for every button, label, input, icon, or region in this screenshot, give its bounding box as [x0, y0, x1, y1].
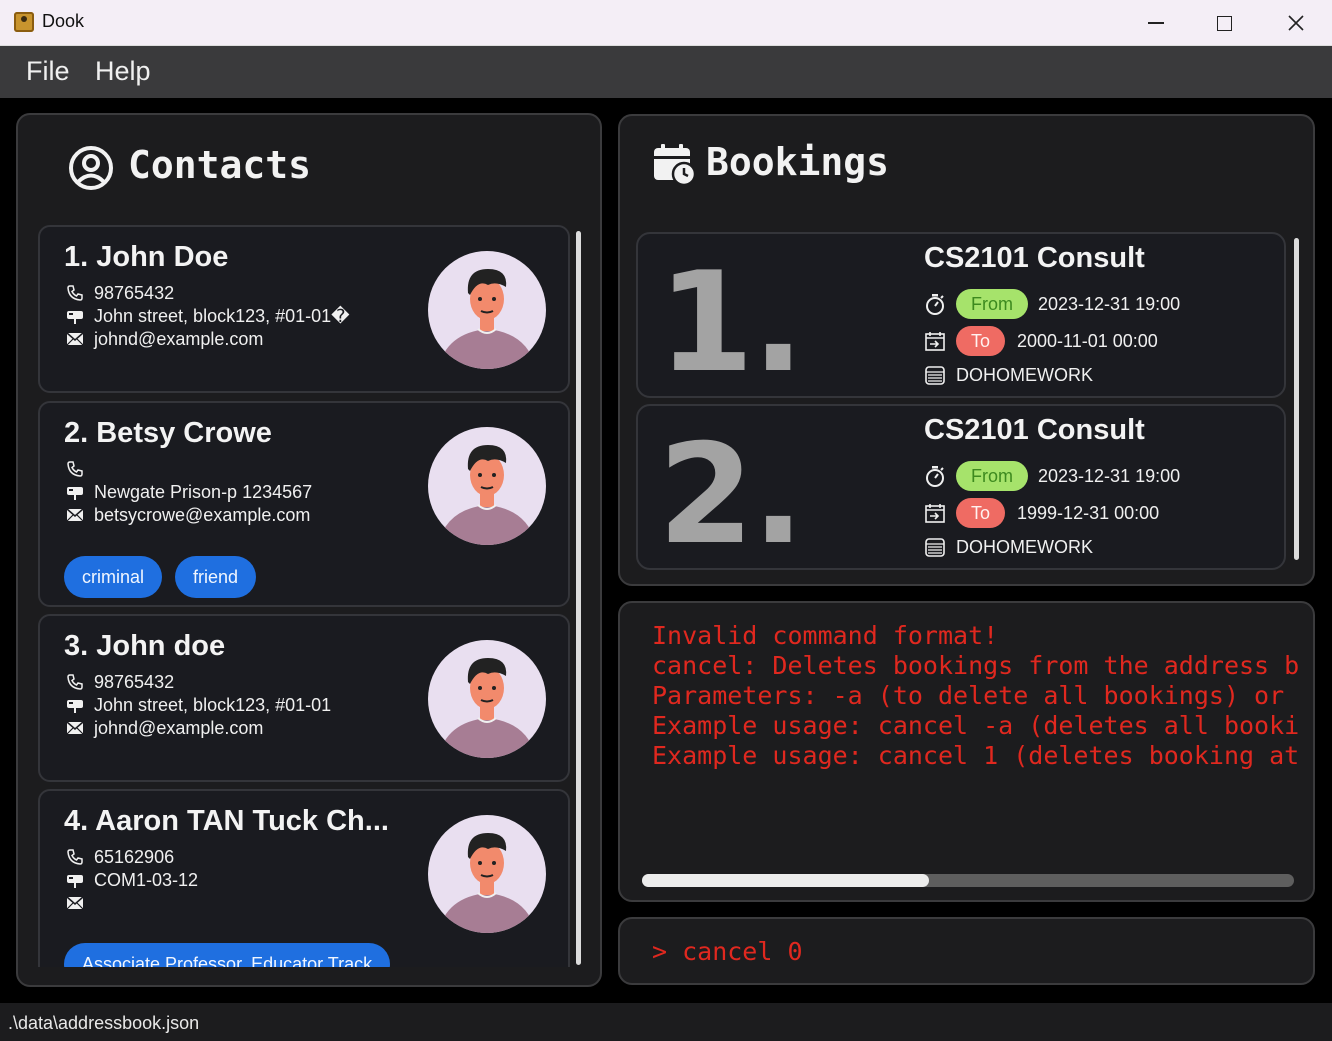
- contact-address: Newgate Prison-p 1234567: [64, 481, 312, 503]
- contact-name: 3. John doe: [64, 630, 226, 662]
- menu-bar: File Help: [0, 46, 1332, 98]
- close-button[interactable]: [1276, 6, 1316, 40]
- booking-from: From 2023-12-31 19:00: [924, 289, 1180, 319]
- stopwatch-icon: [924, 465, 946, 487]
- calendar-arrow-icon: [924, 330, 946, 352]
- envelope-icon: [64, 719, 86, 737]
- booking-title: CS2101 Consult: [924, 414, 1145, 446]
- booking-card[interactable]: 2. CS2101 Consult From 2023-12-31 19:00 …: [636, 404, 1286, 572]
- tag-badge: Associate Professor, Educator Track: [64, 943, 391, 967]
- contact-email: johnd@example.com: [64, 328, 263, 350]
- window-title: Dook: [42, 11, 85, 31]
- contact-phone: 98765432: [64, 671, 174, 693]
- avatar: [428, 815, 546, 933]
- mailbox-icon: [64, 307, 86, 325]
- envelope-icon: [64, 506, 86, 524]
- maximize-button[interactable]: [1204, 6, 1244, 40]
- contact-address: COM1-03-12: [64, 869, 198, 891]
- contact-list[interactable]: 1. John Doe 98765432 John street, block1…: [38, 225, 573, 967]
- contact-card[interactable]: 2. Betsy Crowe Newgate Prison-p 1234567 …: [38, 401, 570, 607]
- contact-card[interactable]: 3. John doe 98765432 John street, block1…: [38, 614, 570, 782]
- contact-phone: 98765432: [64, 282, 174, 304]
- result-scrollbar-thumb[interactable]: [642, 874, 929, 887]
- avatar: [428, 427, 546, 545]
- command-box[interactable]: > cancel 0: [618, 917, 1315, 985]
- contact-phone: [64, 458, 94, 480]
- booking-list[interactable]: 1. CS2101 Consult From 2023-12-31 19:00 …: [636, 232, 1288, 572]
- from-badge: From: [956, 289, 1028, 319]
- notes-icon: [924, 364, 946, 386]
- minimize-icon: [1148, 22, 1164, 24]
- booking-to: To 2000-11-01 00:00: [924, 326, 1158, 356]
- calendar-clock-icon: [654, 144, 696, 186]
- menu-help[interactable]: Help: [95, 56, 151, 87]
- envelope-icon: [64, 330, 86, 348]
- booking-title: CS2101 Consult: [924, 242, 1145, 274]
- booking-description: DOHOMEWORK: [924, 536, 1093, 558]
- phone-icon: [64, 848, 86, 866]
- mailbox-icon: [64, 483, 86, 501]
- title-bar: Dook: [0, 0, 1332, 46]
- booking-index: 1.: [658, 242, 804, 403]
- to-badge: To: [956, 498, 1006, 528]
- booking-index: 2.: [658, 414, 804, 572]
- close-icon: [1288, 15, 1304, 31]
- command-input[interactable]: > cancel 0: [652, 937, 803, 966]
- phone-icon: [64, 460, 86, 478]
- contact-card[interactable]: 4. Aaron TAN Tuck Ch... 65162906 COM1-03…: [38, 789, 570, 967]
- phone-icon: [64, 673, 86, 691]
- minimize-button[interactable]: [1136, 6, 1176, 40]
- contact-card[interactable]: 1. John Doe 98765432 John street, block1…: [38, 225, 570, 393]
- mailbox-icon: [64, 696, 86, 714]
- calendar-arrow-icon: [924, 502, 946, 524]
- menu-file[interactable]: File: [26, 56, 70, 87]
- result-text: Invalid command format! cancel: Deletes b…: [652, 621, 1298, 770]
- contacts-panel: Contacts 1. John Doe 98765432 John stree…: [16, 113, 602, 987]
- tag-badge: friend: [175, 556, 257, 598]
- maximize-icon: [1216, 15, 1232, 31]
- avatar: [428, 251, 546, 369]
- avatar: [428, 640, 546, 758]
- bookings-panel: Bookings 1. CS2101 Consult From 2023-12-…: [618, 114, 1315, 586]
- notes-icon: [924, 536, 946, 558]
- bookings-title: Bookings: [706, 140, 890, 184]
- contact-name: 1. John Doe: [64, 241, 229, 273]
- contact-email: [64, 892, 94, 914]
- phone-icon: [64, 284, 86, 302]
- contact-name: 2. Betsy Crowe: [64, 417, 272, 449]
- contact-address: John street, block123, #01-01: [64, 694, 331, 716]
- to-badge: To: [956, 326, 1006, 356]
- status-bar: .\data\addressbook.json: [0, 1003, 1332, 1041]
- save-location: .\data\addressbook.json: [8, 1013, 200, 1033]
- booking-to: To 1999-12-31 00:00: [924, 498, 1159, 528]
- stopwatch-icon: [924, 293, 946, 315]
- contact-name: 4. Aaron TAN Tuck Ch...: [64, 805, 389, 837]
- app-icon: [14, 12, 34, 32]
- contact-email: betsycrowe@example.com: [64, 504, 310, 526]
- bookings-scrollbar[interactable]: [1294, 238, 1299, 560]
- tag-badge: criminal: [64, 556, 163, 598]
- booking-from: From 2023-12-31 19:00: [924, 461, 1180, 491]
- booking-card[interactable]: 1. CS2101 Consult From 2023-12-31 19:00 …: [636, 232, 1286, 403]
- from-badge: From: [956, 461, 1028, 491]
- contact-email: johnd@example.com: [64, 717, 263, 739]
- contacts-title: Contacts: [128, 143, 312, 187]
- user-circle-icon: [69, 146, 113, 190]
- contact-phone: 65162906: [64, 846, 174, 868]
- envelope-icon: [64, 894, 86, 912]
- result-display: Invalid command format! cancel: Deletes b…: [618, 601, 1315, 902]
- booking-description: DOHOMEWORK: [924, 364, 1093, 386]
- mailbox-icon: [64, 871, 86, 889]
- contacts-scrollbar[interactable]: [576, 231, 581, 965]
- contact-address: John street, block123, #01-01�: [64, 305, 350, 327]
